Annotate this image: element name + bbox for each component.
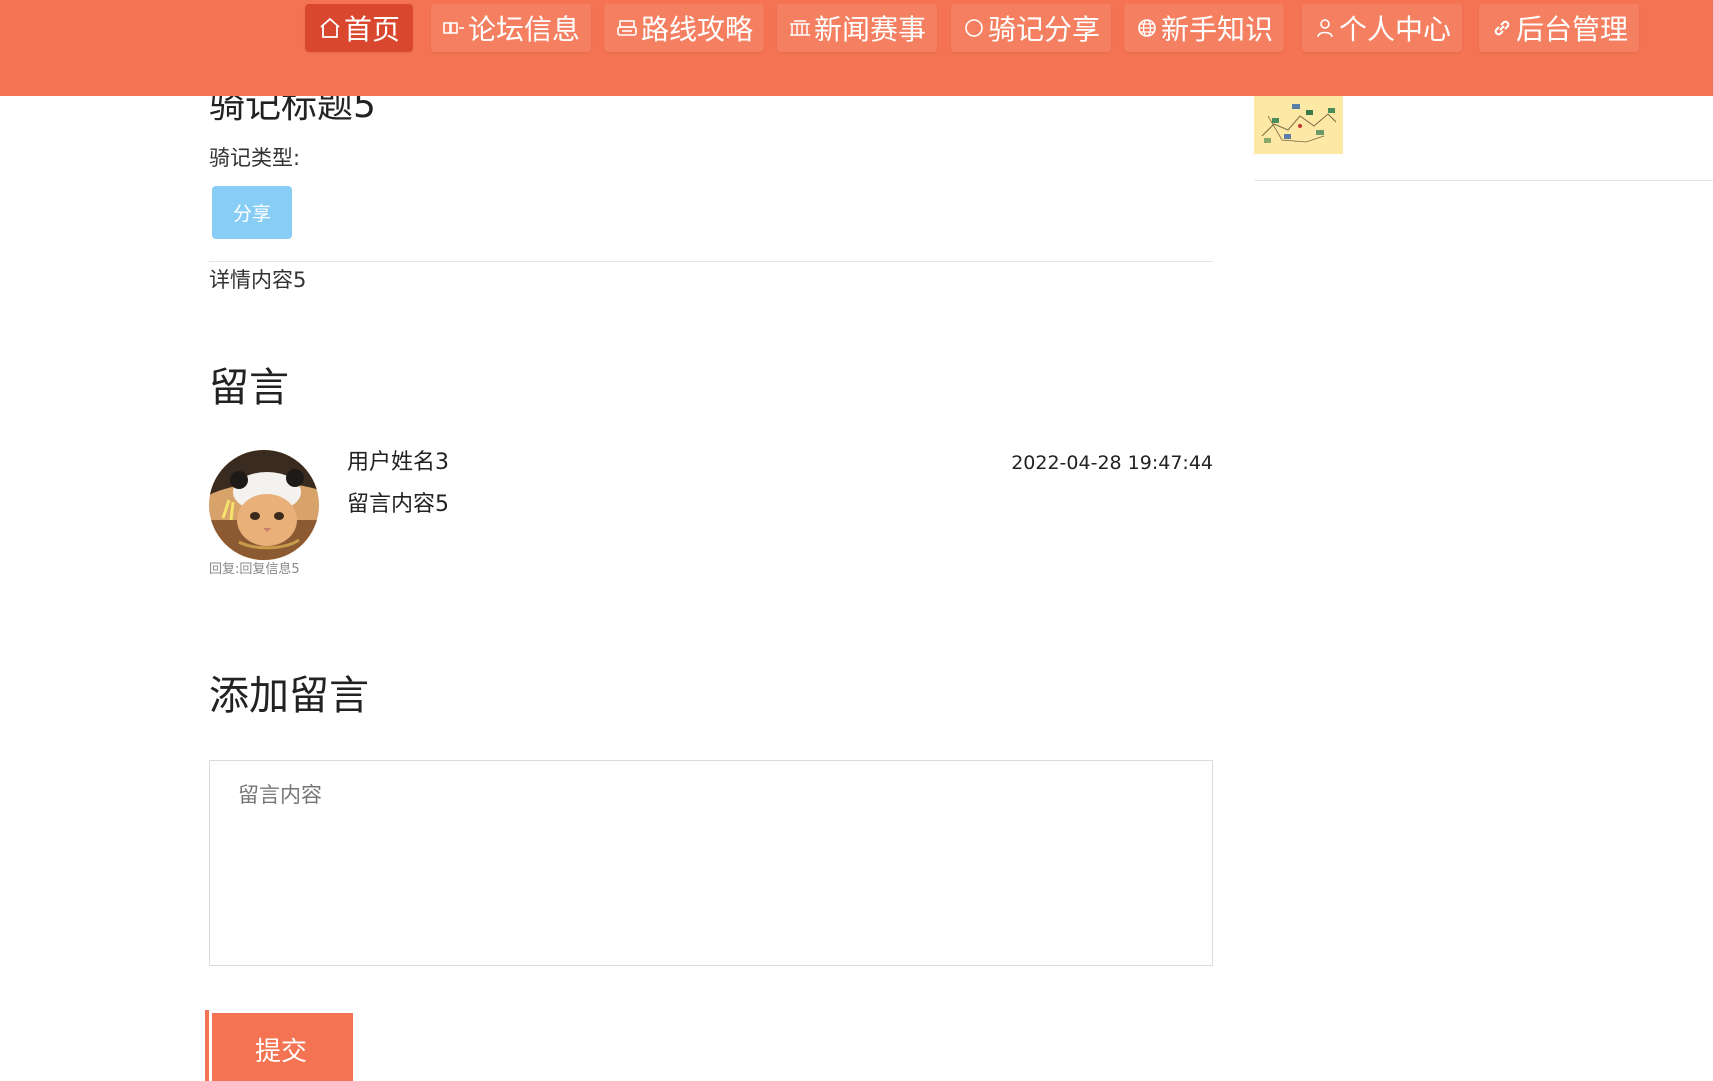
nav-item-admin[interactable]: 后台管理 [1479,4,1639,52]
nav-item-news[interactable]: 新闻赛事 [777,4,937,52]
nav-item-routes[interactable]: 路线攻略 [604,4,764,52]
top-navbar: 首页 论坛信息 路线攻略 新闻赛事 骑记分享 新手知识 个人中心 后台管理 [0,0,1713,96]
add-comment-title: 添加留言 [209,673,369,719]
comment-username: 用户姓名3 [347,450,449,475]
route-map-image [1254,96,1343,154]
nav-item-label: 后台管理 [1515,13,1628,46]
news-icon [788,16,812,40]
avatar [209,450,319,560]
link-icon [1490,16,1514,40]
nav-item-label: 个人中心 [1338,13,1451,46]
nav-item-label: 骑记分享 [987,13,1100,46]
nav-item-label: 新闻赛事 [813,13,926,46]
nav-item-label: 论坛信息 [467,13,580,46]
nav-item-forum[interactable]: 论坛信息 [431,4,591,52]
user-icon [1313,16,1337,40]
comment-text: 留言内容5 [347,492,449,517]
nav-item-label: 新手知识 [1160,13,1273,46]
nav-item-ride-share[interactable]: 骑记分享 [951,4,1111,52]
route-icon [615,16,639,40]
post-type-label: 骑记类型: [209,146,301,170]
globe-icon [1135,16,1159,40]
nav-item-profile[interactable]: 个人中心 [1302,4,1462,52]
nav-item-beginner[interactable]: 新手知识 [1124,4,1284,52]
sidebar-divider [1254,180,1713,181]
home-icon [318,16,342,40]
post-content: 详情内容5 [209,268,307,292]
sidebar-route-thumbnail[interactable] [1254,96,1343,154]
forum-icon [442,16,466,40]
nav-item-label: 路线攻略 [640,13,753,46]
post-type-badge: 分享 [212,186,292,239]
comments-title: 留言 [209,365,289,411]
cat-avatar-image [209,450,319,560]
page: 首页 论坛信息 路线攻略 新闻赛事 骑记分享 新手知识 个人中心 后台管理 骑记… [0,0,1713,1081]
comment-input[interactable] [209,760,1213,966]
nav-item-label: 首页 [343,13,400,46]
comment-reply: 回复:回复信息5 [209,562,300,577]
content-divider [209,261,1213,262]
share-icon [962,16,986,40]
nav-item-home[interactable]: 首页 [305,4,413,52]
submit-button[interactable]: 提交 [205,1010,353,1081]
comment-timestamp: 2022-04-28 19:47:44 [1011,452,1213,474]
